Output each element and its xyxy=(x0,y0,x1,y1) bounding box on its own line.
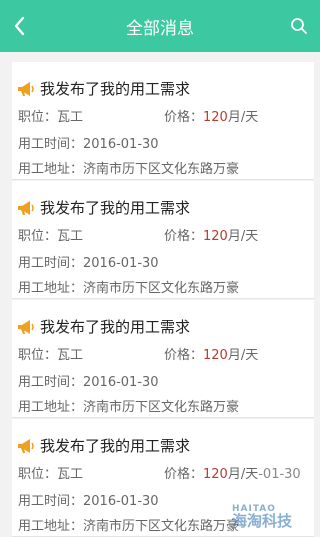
message-card[interactable]: 我发布了我的用工需求 职位：瓦工 价格：120月/天 用工时间：2016-01-… xyxy=(12,300,314,418)
megaphone-icon xyxy=(18,438,34,453)
message-title: 我发布了我的用工需求 xyxy=(40,318,191,336)
message-header: 我发布了我的用工需求 xyxy=(16,316,190,337)
position-text: 职位：瓦工 xyxy=(18,229,84,244)
price-value: 120 xyxy=(203,467,228,482)
price-text: 价格：120月/天 xyxy=(164,344,258,363)
message-header: 我发布了我的用工需求 xyxy=(16,78,190,99)
watermark-logo: HAITAO 海淘科技 xyxy=(232,505,292,529)
message-header: 我发布了我的用工需求 xyxy=(16,197,190,218)
price-extra: -01-30 xyxy=(258,467,301,482)
price-text: 价格：120月/天-01-30 xyxy=(164,463,301,482)
price-unit: 月/天 xyxy=(227,110,259,125)
price-unit: 月/天 xyxy=(227,467,259,482)
price-unit: 月/天 xyxy=(227,229,259,244)
message-card[interactable]: 我发布了我的用工需求 职位：瓦工 价格：120月/天 用工时间：2016-01-… xyxy=(12,62,314,180)
work-address-text: 用工地址：济南市历下区文化东路万豪 xyxy=(18,281,240,296)
search-button[interactable] xyxy=(286,13,312,39)
work-address-text: 用工地址：济南市历下区文化东路万豪 xyxy=(18,162,240,177)
work-time-text: 用工时间：2016-01-30 xyxy=(18,494,159,509)
price-label: 价格： xyxy=(164,110,204,125)
price-unit: 月/天 xyxy=(227,348,259,363)
message-title: 我发布了我的用工需求 xyxy=(40,199,191,217)
work-time-text: 用工时间：2016-01-30 xyxy=(18,256,159,271)
chevron-left-icon xyxy=(14,16,25,36)
megaphone-icon xyxy=(18,200,34,215)
position-text: 职位：瓦工 xyxy=(18,110,84,125)
megaphone-icon xyxy=(18,81,34,96)
work-address-text: 用工地址：济南市历下区文化东路万豪 xyxy=(18,400,240,415)
megaphone-icon xyxy=(18,319,34,334)
message-title: 我发布了我的用工需求 xyxy=(40,437,191,455)
page-title: 全部消息 xyxy=(126,18,194,39)
work-time-text: 用工时间：2016-01-30 xyxy=(18,137,159,152)
price-label: 价格： xyxy=(164,348,204,363)
position-text: 职位：瓦工 xyxy=(18,348,84,363)
price-label: 价格： xyxy=(164,229,204,244)
price-label: 价格： xyxy=(164,467,204,482)
search-icon xyxy=(291,18,307,34)
work-time-text: 用工时间：2016-01-30 xyxy=(18,375,159,390)
work-address-text: 用工地址：济南市历下区文化东路万豪 xyxy=(18,519,240,534)
price-text: 价格：120月/天 xyxy=(164,106,258,125)
back-button[interactable] xyxy=(6,12,34,40)
message-list: 我发布了我的用工需求 职位：瓦工 价格：120月/天 用工时间：2016-01-… xyxy=(0,52,320,537)
price-text: 价格：120月/天 xyxy=(164,225,258,244)
watermark-text: HAITAO 海淘科技 xyxy=(232,505,292,529)
message-card[interactable]: 我发布了我的用工需求 职位：瓦工 价格：120月/天 用工时间：2016-01-… xyxy=(12,181,314,299)
position-text: 职位：瓦工 xyxy=(18,467,84,482)
price-value: 120 xyxy=(203,229,228,244)
watermark-bottom: 海淘科技 xyxy=(231,512,292,530)
top-bar: 全部消息 xyxy=(0,0,320,52)
message-header: 我发布了我的用工需求 xyxy=(16,435,190,456)
message-title: 我发布了我的用工需求 xyxy=(40,80,191,98)
price-value: 120 xyxy=(203,110,228,125)
price-value: 120 xyxy=(203,348,228,363)
